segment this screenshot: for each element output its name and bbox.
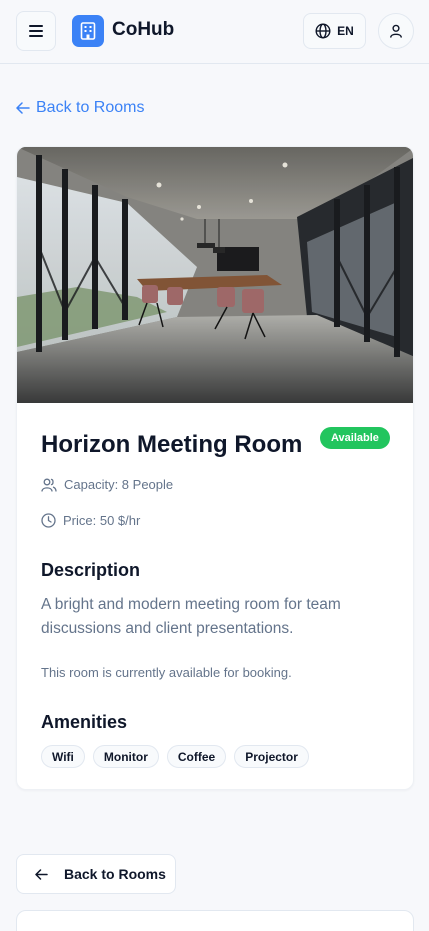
price-row: Price: 50 $/hr [41, 513, 140, 528]
booking-card [16, 910, 414, 931]
room-detail-card: Horizon Meeting Room Available Capacity:… [16, 146, 414, 790]
user-icon [390, 24, 402, 38]
amenities-heading: Amenities [41, 712, 128, 732]
back-button-label: Back to Rooms [64, 866, 166, 882]
room-description: A bright and modern meeting room for tea… [41, 596, 341, 637]
users-icon [41, 478, 57, 492]
back-to-rooms-button[interactable]: Back to Rooms [16, 854, 176, 894]
description-heading: Description [41, 560, 141, 580]
price-label: Price: 50 $/hr [63, 513, 141, 528]
language-label: EN [337, 24, 354, 38]
amenity-chip: Coffee [166, 745, 227, 768]
amenity-chip: Monitor [92, 745, 159, 768]
availability-note: This room is currently available for boo… [41, 665, 292, 680]
user-menu-button[interactable] [378, 13, 414, 49]
language-selector[interactable]: EN [303, 13, 366, 49]
room-photo [17, 147, 413, 403]
globe-icon [315, 23, 331, 39]
back-link-label: Back to Rooms [36, 99, 145, 116]
building-icon [80, 22, 96, 40]
room-title: Horizon Meeting Room [41, 431, 303, 458]
status-badge: Available [320, 427, 390, 449]
amenity-chip: Projector [234, 745, 309, 768]
clock-icon [41, 513, 56, 528]
arrow-left-icon [16, 102, 30, 114]
capacity-label: Capacity: 8 People [64, 477, 174, 492]
menu-button[interactable] [16, 11, 56, 51]
arrow-left-icon [35, 868, 48, 880]
logo[interactable] [72, 15, 104, 47]
amenities-list: Wifi Monitor Coffee Projector [41, 745, 309, 768]
back-to-rooms-link[interactable]: Back to Rooms [16, 98, 144, 118]
capacity-row: Capacity: 8 People [41, 477, 173, 492]
top-bar: CoHub EN [0, 0, 429, 64]
menu-icon [29, 25, 43, 37]
amenity-chip: Wifi [41, 745, 85, 768]
brand-name[interactable]: CoHub [112, 19, 174, 41]
